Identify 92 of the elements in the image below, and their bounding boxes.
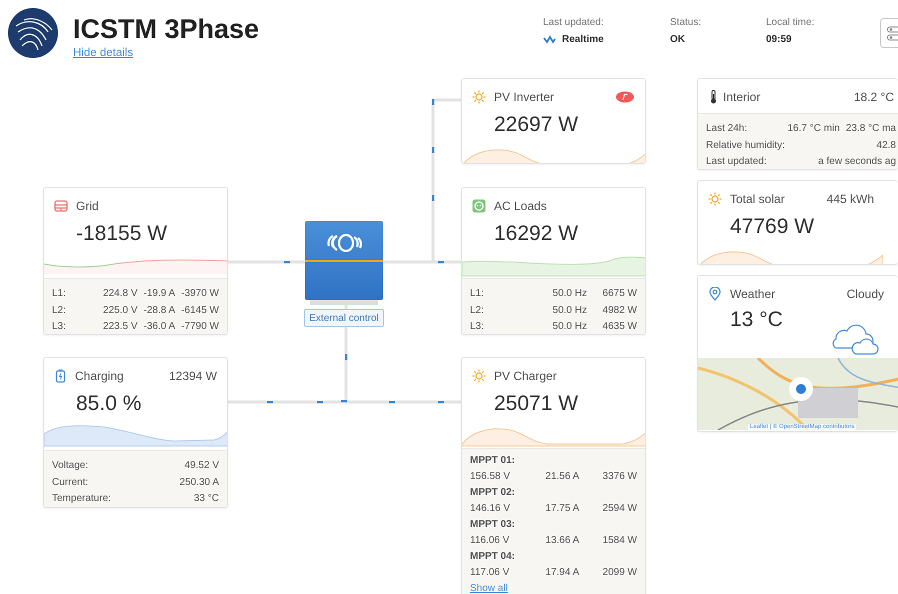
tracker-name: MPPT 02: [470, 486, 516, 500]
card-reading: 445 kWh [826, 192, 874, 206]
row-label: Current: [52, 476, 90, 490]
battery-icon [54, 369, 67, 383]
table-cell-text: 146.16 V [470, 502, 512, 516]
company-logo [8, 8, 58, 58]
status-label: Last updated: [543, 17, 605, 28]
status-value: 09:59 [766, 34, 792, 45]
card-title: Interior [723, 90, 762, 104]
table-cell-text: -7790 W [181, 320, 219, 334]
table-cell-text: 33 °C [194, 492, 219, 506]
row-label: L2: [470, 304, 485, 318]
table-cell-text: 16.7 °C min [786, 122, 840, 136]
outlet-icon [472, 199, 486, 213]
power-value: 22697 W [493, 112, 580, 138]
hide-details-link[interactable]: Hide details [73, 47, 134, 59]
table-cell-text: 6675 W [602, 287, 637, 301]
status-value: Realtime [562, 34, 604, 45]
tracker-name: MPPT 04: [470, 550, 516, 564]
table-cell-text: 223.5 V [103, 320, 138, 334]
table-cell-text: 2099 W [602, 566, 637, 580]
row-label: L2: [52, 304, 67, 318]
location-marker-icon [789, 377, 813, 401]
table-cell-text: 21.56 A [544, 470, 580, 484]
row-label: Voltage: [52, 459, 90, 473]
inverter-device[interactable] [305, 221, 383, 300]
table-cell-text: 13.66 A [544, 534, 580, 548]
table-cell-text: 50.0 Hz [552, 320, 587, 334]
table-cell-text: 156.58 V [470, 470, 512, 484]
sun-icon [472, 369, 486, 383]
row-label: L1: [52, 287, 67, 301]
row-label: Last updated: [706, 155, 768, 169]
card-title: AC Loads [494, 199, 548, 213]
table-cell-text: 17.94 A [544, 566, 580, 580]
row-label: Relative humidity: [706, 138, 786, 152]
site-title: ICSTM 3Phase [73, 14, 260, 44]
table-cell-text: -36.0 A [144, 320, 176, 334]
table-cell-text: 49.52 V [184, 459, 219, 473]
card-title: PV Charger [494, 369, 558, 383]
card-reading: Cloudy [846, 287, 884, 301]
status-label: Local time: [766, 17, 816, 28]
power-value: 47769 W [729, 214, 816, 240]
table-cell-text: -19.9 A [144, 287, 176, 301]
grid-icon [54, 199, 68, 213]
status-value: OK [670, 34, 685, 45]
power-value: 25071 W [493, 391, 580, 417]
table-cell-text: 1584 W [602, 534, 637, 548]
table-cell-text: 224.8 V [103, 287, 138, 301]
tag-icon [615, 91, 635, 103]
tracker-name: MPPT 03: [470, 518, 516, 532]
location-pin-icon [708, 287, 722, 301]
thermometer-icon [708, 90, 719, 104]
row-label: L3: [470, 320, 485, 334]
table-cell-text: -6145 W [181, 304, 219, 318]
state-of-charge: 85.0 % [75, 391, 142, 417]
power-value: -18155 W [75, 221, 168, 247]
sun-icon [708, 192, 722, 206]
tracker-name: MPPT 01: [470, 454, 516, 468]
row-label: L3: [52, 320, 67, 334]
show-all-link[interactable]: Show all [470, 583, 508, 594]
row-label: L1: [470, 287, 485, 301]
table-cell-text: 50.0 Hz [552, 304, 587, 318]
table-cell-text: -3970 W [181, 287, 219, 301]
card-title: Charging [75, 369, 125, 383]
card-reading: 18.2 °C [854, 90, 894, 104]
table-cell-text: 3376 W [602, 470, 637, 484]
card-title: Total solar [730, 192, 786, 206]
table-cell-text: 117.06 V [470, 566, 510, 580]
mode-label: External control [304, 309, 384, 327]
wave-icon [543, 35, 556, 44]
card-title: Grid [76, 199, 100, 213]
table-cell-text: a few seconds ag [818, 155, 896, 169]
table-cell-text: 116.06 V [470, 534, 510, 548]
status-label: Status: [670, 17, 702, 28]
card-reading: 12394 W [168, 369, 217, 383]
row-label: Temperature: [52, 492, 112, 506]
table-cell-text: 4982 W [602, 304, 637, 318]
card-title: PV Inverter [494, 90, 556, 104]
table-cell-text: 225.0 V [103, 304, 138, 318]
table-cell-text: 50.0 Hz [552, 287, 587, 301]
table-cell-text: 250.30 A [180, 476, 219, 490]
row-label: Last 24h: [706, 122, 748, 136]
temperature-value: 13 °C [729, 307, 783, 333]
table-cell-text: -28.8 A [144, 304, 176, 318]
table-cell-text: 4635 W [602, 320, 637, 334]
card-title: Weather [730, 287, 776, 301]
table-cell-text: 2594 W [602, 502, 637, 516]
table-cell-text: 23.8 °C ma [846, 122, 896, 136]
sun-icon [472, 90, 486, 104]
table-cell-text: 42.8 [876, 138, 896, 152]
power-value: 16292 W [493, 221, 580, 247]
table-cell-text: 17.75 A [544, 502, 580, 516]
